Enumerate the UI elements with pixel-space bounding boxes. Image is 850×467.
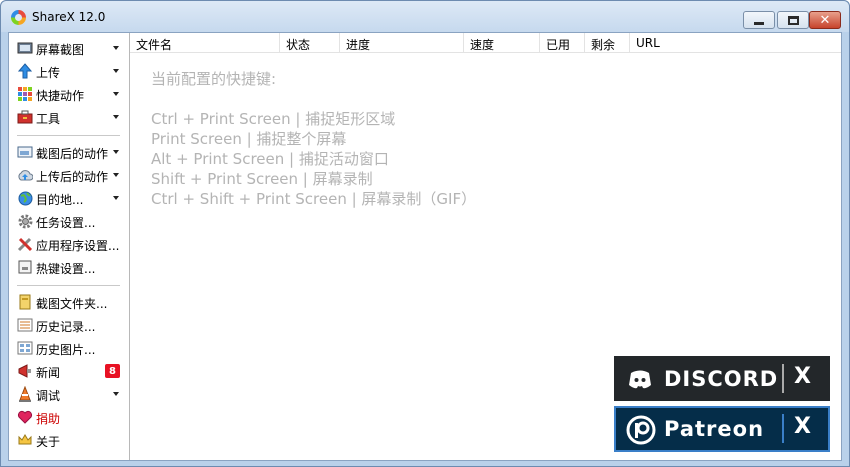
sharex-logo-icon — [11, 10, 26, 25]
image-history-icon — [17, 340, 33, 356]
sidebar-item-tools[interactable]: 工具 — [9, 106, 129, 128]
hotkey-hint-line: Alt + Print Screen | 捕捉活动窗口 — [151, 150, 389, 168]
sidebar-item-workflows[interactable]: 快捷动作 — [9, 83, 129, 105]
promo-divider — [782, 414, 784, 443]
sidebar-item-app-settings[interactable]: 应用程序设置... — [9, 233, 129, 255]
menu-separator — [17, 135, 120, 136]
patreon-logo-icon — [626, 415, 656, 445]
sidebar-item-label: 截图后的动作 — [36, 147, 109, 161]
column-header-progress[interactable]: 进度 — [340, 33, 464, 53]
sidebar-item-label: 调试 — [36, 389, 61, 403]
toolbox-icon — [17, 109, 33, 125]
list-header: 文件名 状态 进度 速度 已用 剩余 URL — [130, 33, 841, 53]
sidebar-item-destinations[interactable]: 目的地... — [9, 187, 129, 209]
chevron-down-icon — [113, 392, 119, 396]
hotkey-hint-line: Print Screen | 捕捉整个屏幕 — [151, 130, 347, 148]
sidebar-item-label: 目的地... — [36, 193, 84, 207]
sharex-window: ShareX 12.0 ✕ 屏幕截图 上传 快捷动作 工具 截图后的动作 上传后… — [0, 0, 850, 467]
sidebar-item-after-capture[interactable]: 截图后的动作 — [9, 141, 129, 163]
workflow-grid-icon — [17, 86, 33, 102]
sidebar-item-debug[interactable]: 调试 — [9, 383, 129, 405]
screenshot-icon — [17, 40, 33, 56]
after-capture-icon — [17, 144, 33, 160]
chevron-down-icon — [113, 196, 119, 200]
sidebar-item-label: 新闻 — [36, 366, 61, 380]
sidebar-item-about[interactable]: 关于 — [9, 429, 129, 451]
discord-label: DISCORD — [664, 367, 779, 391]
window-title: ShareX 12.0 — [32, 10, 106, 24]
sidebar-item-donate[interactable]: 捐助 — [9, 406, 129, 428]
sidebar-item-label: 上传 — [36, 66, 61, 80]
sidebar-item-image-history[interactable]: 历史图片... — [9, 337, 129, 359]
minimize-button[interactable] — [743, 11, 775, 29]
column-header-url[interactable]: URL — [630, 33, 841, 53]
sidebar-item-label: 历史记录... — [36, 320, 96, 334]
chevron-down-icon — [113, 150, 119, 154]
sidebar-item-capture[interactable]: 屏幕截图 — [9, 37, 129, 59]
megaphone-icon — [17, 363, 33, 379]
folder-icon — [17, 294, 33, 310]
discord-logo-icon — [626, 365, 654, 393]
traffic-cone-icon — [17, 386, 33, 402]
sidebar-item-label: 快捷动作 — [36, 89, 85, 103]
chevron-down-icon — [113, 115, 119, 119]
sidebar-item-after-upload[interactable]: 上传后的动作 — [9, 164, 129, 186]
news-count-badge: 8 — [105, 364, 120, 378]
discord-promo-button[interactable]: DISCORD X — [614, 356, 830, 401]
upload-arrow-icon — [17, 63, 33, 79]
sidebar-menu: 屏幕截图 上传 快捷动作 工具 截图后的动作 上传后的动作 目的地... 任务设… — [9, 33, 130, 460]
hotkey-hints: 当前配置的快捷键: Ctrl + Print Screen | 捕捉矩形区域 P… — [151, 69, 476, 209]
sidebar-item-label: 屏幕截图 — [36, 43, 85, 57]
sidebar-item-label: 上传后的动作 — [36, 170, 109, 184]
patreon-promo-button[interactable]: Patreon X — [614, 406, 830, 452]
sidebar-item-label: 历史图片... — [36, 343, 96, 357]
globe-icon — [17, 190, 33, 206]
sidebar-item-label: 应用程序设置... — [36, 239, 120, 253]
sidebar-item-label: 工具 — [36, 112, 61, 126]
sidebar-item-task-settings[interactable]: 任务设置... — [9, 210, 129, 232]
minimize-icon — [754, 21, 764, 25]
sidebar-item-upload[interactable]: 上传 — [9, 60, 129, 82]
sidebar-item-label: 截图文件夹... — [36, 297, 108, 311]
close-button[interactable]: ✕ — [809, 11, 841, 29]
cloud-upload-icon — [17, 167, 33, 183]
column-header-speed[interactable]: 速度 — [464, 33, 540, 53]
maximize-button[interactable] — [777, 11, 809, 29]
column-header-status[interactable]: 状态 — [280, 33, 340, 53]
sidebar-item-label: 任务设置... — [36, 216, 96, 230]
column-header-remaining[interactable]: 剩余 — [585, 33, 630, 53]
title-bar[interactable]: ShareX 12.0 ✕ — [1, 1, 849, 32]
sidebar-item-label: 热键设置... — [36, 262, 96, 276]
wrench-screwdriver-icon — [17, 236, 33, 252]
hotkey-hint-line: Ctrl + Shift + Print Screen | 屏幕录制（GIF） — [151, 190, 477, 208]
maximize-icon — [787, 15, 799, 25]
sidebar-item-screenshots-folder[interactable]: 截图文件夹... — [9, 291, 129, 313]
sidebar-item-history[interactable]: 历史记录... — [9, 314, 129, 336]
sidebar-item-hotkey-settings[interactable]: 热键设置... — [9, 256, 129, 278]
chevron-down-icon — [113, 92, 119, 96]
history-list-icon — [17, 317, 33, 333]
promo-divider — [782, 364, 784, 393]
sidebar-item-news[interactable]: 新闻 8 — [9, 360, 129, 382]
menu-separator — [17, 285, 120, 286]
hotkey-hint-line: Ctrl + Print Screen | 捕捉矩形区域 — [151, 110, 396, 128]
heart-icon — [17, 409, 33, 425]
gear-icon — [17, 213, 33, 229]
hotkey-hints-title: 当前配置的快捷键: — [151, 70, 277, 88]
keyboard-icon — [17, 259, 33, 275]
discord-close-icon[interactable]: X — [794, 364, 811, 389]
chevron-down-icon — [113, 173, 119, 177]
column-header-elapsed[interactable]: 已用 — [540, 33, 585, 53]
chevron-down-icon — [113, 46, 119, 50]
column-header-filename[interactable]: 文件名 — [130, 33, 280, 53]
crown-icon — [17, 432, 33, 448]
patreon-close-icon[interactable]: X — [794, 414, 811, 439]
patreon-label: Patreon — [664, 417, 765, 441]
sidebar-item-label: 捐助 — [36, 412, 61, 426]
hotkey-hint-line: Shift + Print Screen | 屏幕录制 — [151, 170, 373, 188]
close-icon: ✕ — [819, 12, 831, 28]
chevron-down-icon — [113, 69, 119, 73]
sidebar-item-label: 关于 — [36, 435, 61, 449]
